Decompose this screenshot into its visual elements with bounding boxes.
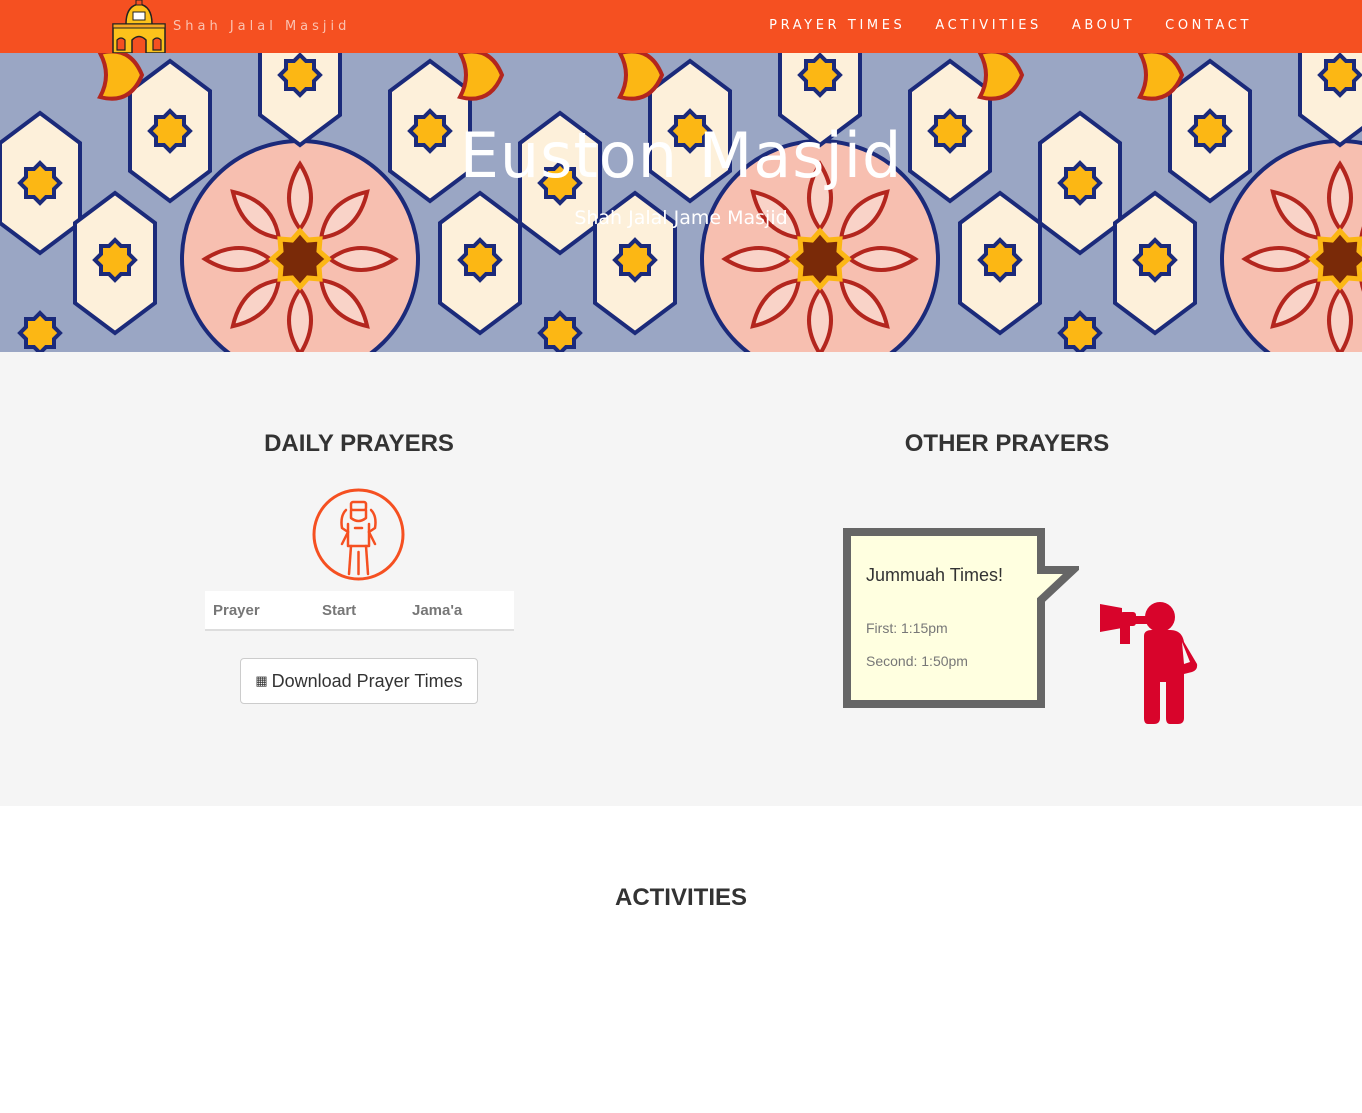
nav-link-about[interactable]: ABOUT	[1072, 18, 1135, 33]
nav-link-activities[interactable]: ACTIVITIES	[935, 18, 1041, 33]
download-prayer-times-button[interactable]: ▦ Download Prayer Times	[240, 658, 478, 704]
jummuah-first-time: First: 1:15pm	[866, 620, 948, 636]
nav-links: PRAYER TIMES ACTIVITIES ABOUT CONTACT	[739, 0, 1252, 50]
download-button-label: Download Prayer Times	[271, 670, 463, 691]
hero-subtitle: Shah Jalal Jame Masjid	[574, 207, 788, 229]
nav-link-prayer-times[interactable]: PRAYER TIMES	[769, 18, 905, 33]
table-header-jamaa: Jama'a	[412, 602, 463, 619]
mosque-logo-icon	[112, 0, 166, 53]
file-icon: ▦	[255, 673, 268, 688]
jummuah-second-time: Second: 1:50pm	[866, 653, 968, 669]
navbar: Shah Jalal Masjid PRAYER TIMES ACTIVITIE…	[0, 0, 1362, 53]
activities-heading: ACTIVITIES	[614, 884, 747, 911]
jummuah-title: Jummuah Times!	[866, 565, 1004, 585]
hero-title: Euston Masjid	[459, 119, 903, 192]
brand-name: Shah Jalal Masjid	[173, 19, 351, 34]
table-header-prayer: Prayer	[213, 602, 260, 619]
hero-banner: Euston Masjid Shah Jalal Jame Masjid	[0, 53, 1362, 352]
megaphone-announcer-icon	[1100, 602, 1198, 724]
nav-link-contact[interactable]: CONTACT	[1165, 18, 1252, 33]
daily-prayers-heading: DAILY PRAYERS	[264, 430, 454, 457]
prayer-times-table: Prayer Start Jama'a	[205, 591, 514, 631]
praying-man-icon	[312, 488, 405, 581]
table-header-start: Start	[322, 602, 357, 619]
activities-section: ACTIVITIES	[0, 806, 1362, 1113]
other-prayers-heading: OTHER PRAYERS	[904, 430, 1110, 457]
islamic-pattern-background	[0, 53, 1362, 352]
brand[interactable]: Shah Jalal Masjid	[112, 0, 350, 53]
jummuah-sign-board	[843, 528, 1079, 708]
prayer-times-section: DAILY PRAYERS Prayer Start Jama'a ▦ Down…	[0, 352, 1362, 806]
